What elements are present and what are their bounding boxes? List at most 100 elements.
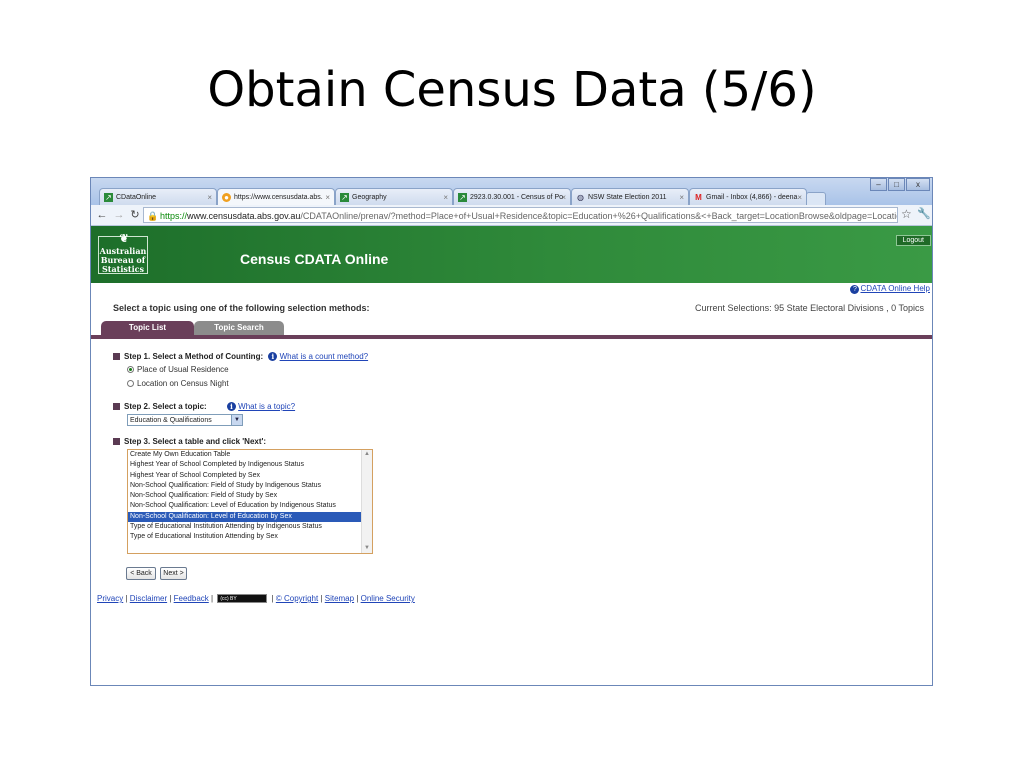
lock-icon: 🔒 — [147, 211, 159, 221]
url-host: www.censusdata.abs.gov.au — [187, 211, 301, 221]
radio-place-of-usual-residence[interactable]: Place of Usual Residence — [127, 365, 229, 374]
scroll-down-icon[interactable]: ▼ — [362, 544, 372, 553]
help-link-label: CDATA Online Help — [860, 284, 930, 293]
list-item-selected[interactable]: Non-School Qualification: Level of Educa… — [128, 511, 363, 523]
bookmark-star-icon[interactable]: ☆ — [901, 207, 912, 221]
topic-dropdown-value: Education & Qualifications — [130, 417, 212, 424]
step1-label: Step 1. Select a Method of Counting: — [124, 352, 264, 361]
back-button[interactable]: < Back — [126, 567, 156, 580]
loading-icon: ● — [222, 193, 231, 202]
radio-label: Location on Census Night — [137, 379, 229, 388]
browser-tab-census-active[interactable]: ● https://www.censusdata.abs. × — [217, 188, 335, 205]
reload-icon[interactable]: ↻ — [128, 207, 142, 223]
step2-heading: Step 2. Select a topic: i What is a topi… — [113, 402, 295, 411]
creative-commons-badge[interactable]: (cc) BY — [217, 594, 268, 604]
list-item[interactable]: Create My Own Education Table — [128, 450, 363, 460]
step3-label: Step 3. Select a table and click 'Next': — [124, 437, 267, 446]
next-button[interactable]: Next > — [160, 567, 187, 580]
close-icon[interactable]: × — [679, 189, 684, 205]
info-icon[interactable]: i — [226, 402, 236, 411]
crest-icon: ❦ — [119, 232, 129, 245]
step1-heading: Step 1. Select a Method of Counting: i W… — [113, 352, 368, 361]
list-item[interactable]: Non-School Qualification: Level of Educa… — [128, 501, 363, 511]
current-selections: Current Selections: 95 State Electoral D… — [695, 303, 924, 313]
url-path: /CDATAOnline/prenav/?method=Place+of+Usu… — [300, 211, 898, 221]
site-title: Census CDATA Online — [240, 251, 389, 267]
close-window-icon[interactable]: x — [906, 178, 930, 191]
chevron-down-icon[interactable]: ▼ — [231, 415, 242, 425]
tab-label: 2923.0.30.001 - Census of Po — [470, 194, 564, 201]
list-item[interactable]: Highest Year of School Completed by Sex — [128, 471, 363, 481]
info-icon[interactable]: i — [268, 352, 278, 361]
list-item[interactable]: Highest Year of School Completed by Indi… — [128, 460, 363, 470]
radio-unselected-icon — [127, 380, 134, 388]
list-item[interactable]: Type of Educational Institution Attendin… — [128, 522, 363, 532]
help-icon: ? — [850, 285, 860, 294]
browser-window: ↗ CDataOnline × ● https://www.censusdata… — [90, 177, 933, 686]
url-scheme: https:// — [160, 211, 188, 221]
tab-label: NSW State Election 2011 — [588, 194, 667, 201]
copyright-link[interactable]: © Copyright — [276, 594, 318, 603]
bullet-square-icon — [113, 353, 120, 361]
radio-location-on-census-night[interactable]: Location on Census Night — [127, 379, 229, 388]
sitemap-link[interactable]: Sitemap — [325, 594, 354, 603]
feedback-link[interactable]: Feedback — [174, 594, 209, 603]
table-listbox[interactable]: Create My Own Education Table Highest Ye… — [127, 449, 373, 554]
count-method-link[interactable]: What is a count method? — [280, 352, 369, 361]
chart-icon: ↗ — [340, 193, 349, 202]
tab-label: CDataOnline — [116, 194, 157, 201]
disclaimer-link[interactable]: Disclaimer — [130, 594, 167, 603]
tab-topic-search[interactable]: Topic Search — [194, 321, 284, 335]
browser-tab-nsw-election[interactable]: ◍ NSW State Election 2011 × — [571, 188, 689, 205]
tab-label: Gmail - Inbox (4,866) - deena — [706, 194, 798, 201]
topic-link[interactable]: What is a topic? — [238, 402, 295, 411]
privacy-link[interactable]: Privacy — [97, 594, 123, 603]
new-tab-button[interactable] — [806, 192, 826, 206]
listbox-scrollbar[interactable]: ▲ ▼ — [361, 450, 372, 553]
tab-label: https://www.censusdata.abs. — [234, 194, 323, 201]
globe-icon: ◍ — [577, 193, 584, 202]
logout-button[interactable]: Logout — [895, 235, 931, 246]
radio-selected-icon — [127, 366, 134, 374]
close-icon[interactable]: × — [207, 189, 212, 205]
site-banner: ❦ Australian Bureau of Statistics Census… — [91, 226, 932, 283]
select-prompt: Select a topic using one of the followin… — [113, 303, 370, 313]
chart-icon: ↗ — [104, 193, 113, 202]
browser-tab-2923[interactable]: ↗ 2923.0.30.001 - Census of Po × — [453, 188, 571, 205]
tab-strip: ↗ CDataOnline × ● https://www.censusdata… — [91, 178, 932, 206]
browser-tab-cdataonline[interactable]: ↗ CDataOnline × — [99, 188, 217, 205]
step3-heading: Step 3. Select a table and click 'Next': — [113, 437, 266, 446]
back-arrow-icon[interactable]: ← — [95, 207, 109, 223]
forward-arrow-icon[interactable]: → — [112, 207, 126, 223]
close-icon[interactable]: × — [325, 189, 330, 205]
step2-label: Step 2. Select a topic: — [124, 402, 207, 411]
close-icon[interactable]: × — [443, 189, 448, 205]
browser-tab-geography[interactable]: ↗ Geography × — [335, 188, 453, 205]
browser-toolbar: ← → ↻ 🔒 https://www.censusdata.abs.gov.au… — [91, 205, 932, 226]
abs-logo[interactable]: ❦ Australian Bureau of Statistics — [98, 232, 148, 274]
maximize-icon[interactable]: □ — [888, 178, 905, 191]
wrench-icon[interactable]: 🔧 — [917, 207, 931, 220]
bullet-square-icon — [113, 438, 120, 446]
close-icon[interactable]: × — [561, 189, 566, 205]
footer-links: Privacy | Disclaimer | Feedback | (cc) B… — [97, 594, 415, 604]
radio-label: Place of Usual Residence — [137, 365, 229, 374]
tab-topic-list[interactable]: Topic List — [101, 321, 194, 335]
gmail-icon: M — [695, 193, 702, 202]
topic-dropdown[interactable]: Education & Qualifications ▼ — [127, 414, 243, 426]
tab-divider — [91, 335, 932, 339]
logo-line: Statistics — [101, 264, 144, 274]
tab-label: Geography — [352, 194, 387, 201]
address-bar[interactable]: 🔒 https://www.censusdata.abs.gov.au/CDATA… — [143, 207, 898, 223]
window-controls: – □ x — [869, 178, 930, 191]
list-item[interactable]: Type of Educational Institution Attendin… — [128, 532, 363, 542]
minimize-icon[interactable]: – — [870, 178, 887, 191]
scroll-up-icon[interactable]: ▲ — [362, 450, 372, 459]
browser-tab-gmail[interactable]: M Gmail - Inbox (4,866) - deena × — [689, 188, 807, 205]
list-item[interactable]: Non-School Qualification: Field of Study… — [128, 481, 363, 491]
list-item[interactable]: Non-School Qualification: Field of Study… — [128, 491, 363, 501]
chart-icon: ↗ — [458, 193, 467, 202]
online-security-link[interactable]: Online Security — [361, 594, 415, 603]
close-icon[interactable]: × — [797, 189, 802, 205]
help-link[interactable]: ? CDATA Online Help — [850, 284, 930, 294]
